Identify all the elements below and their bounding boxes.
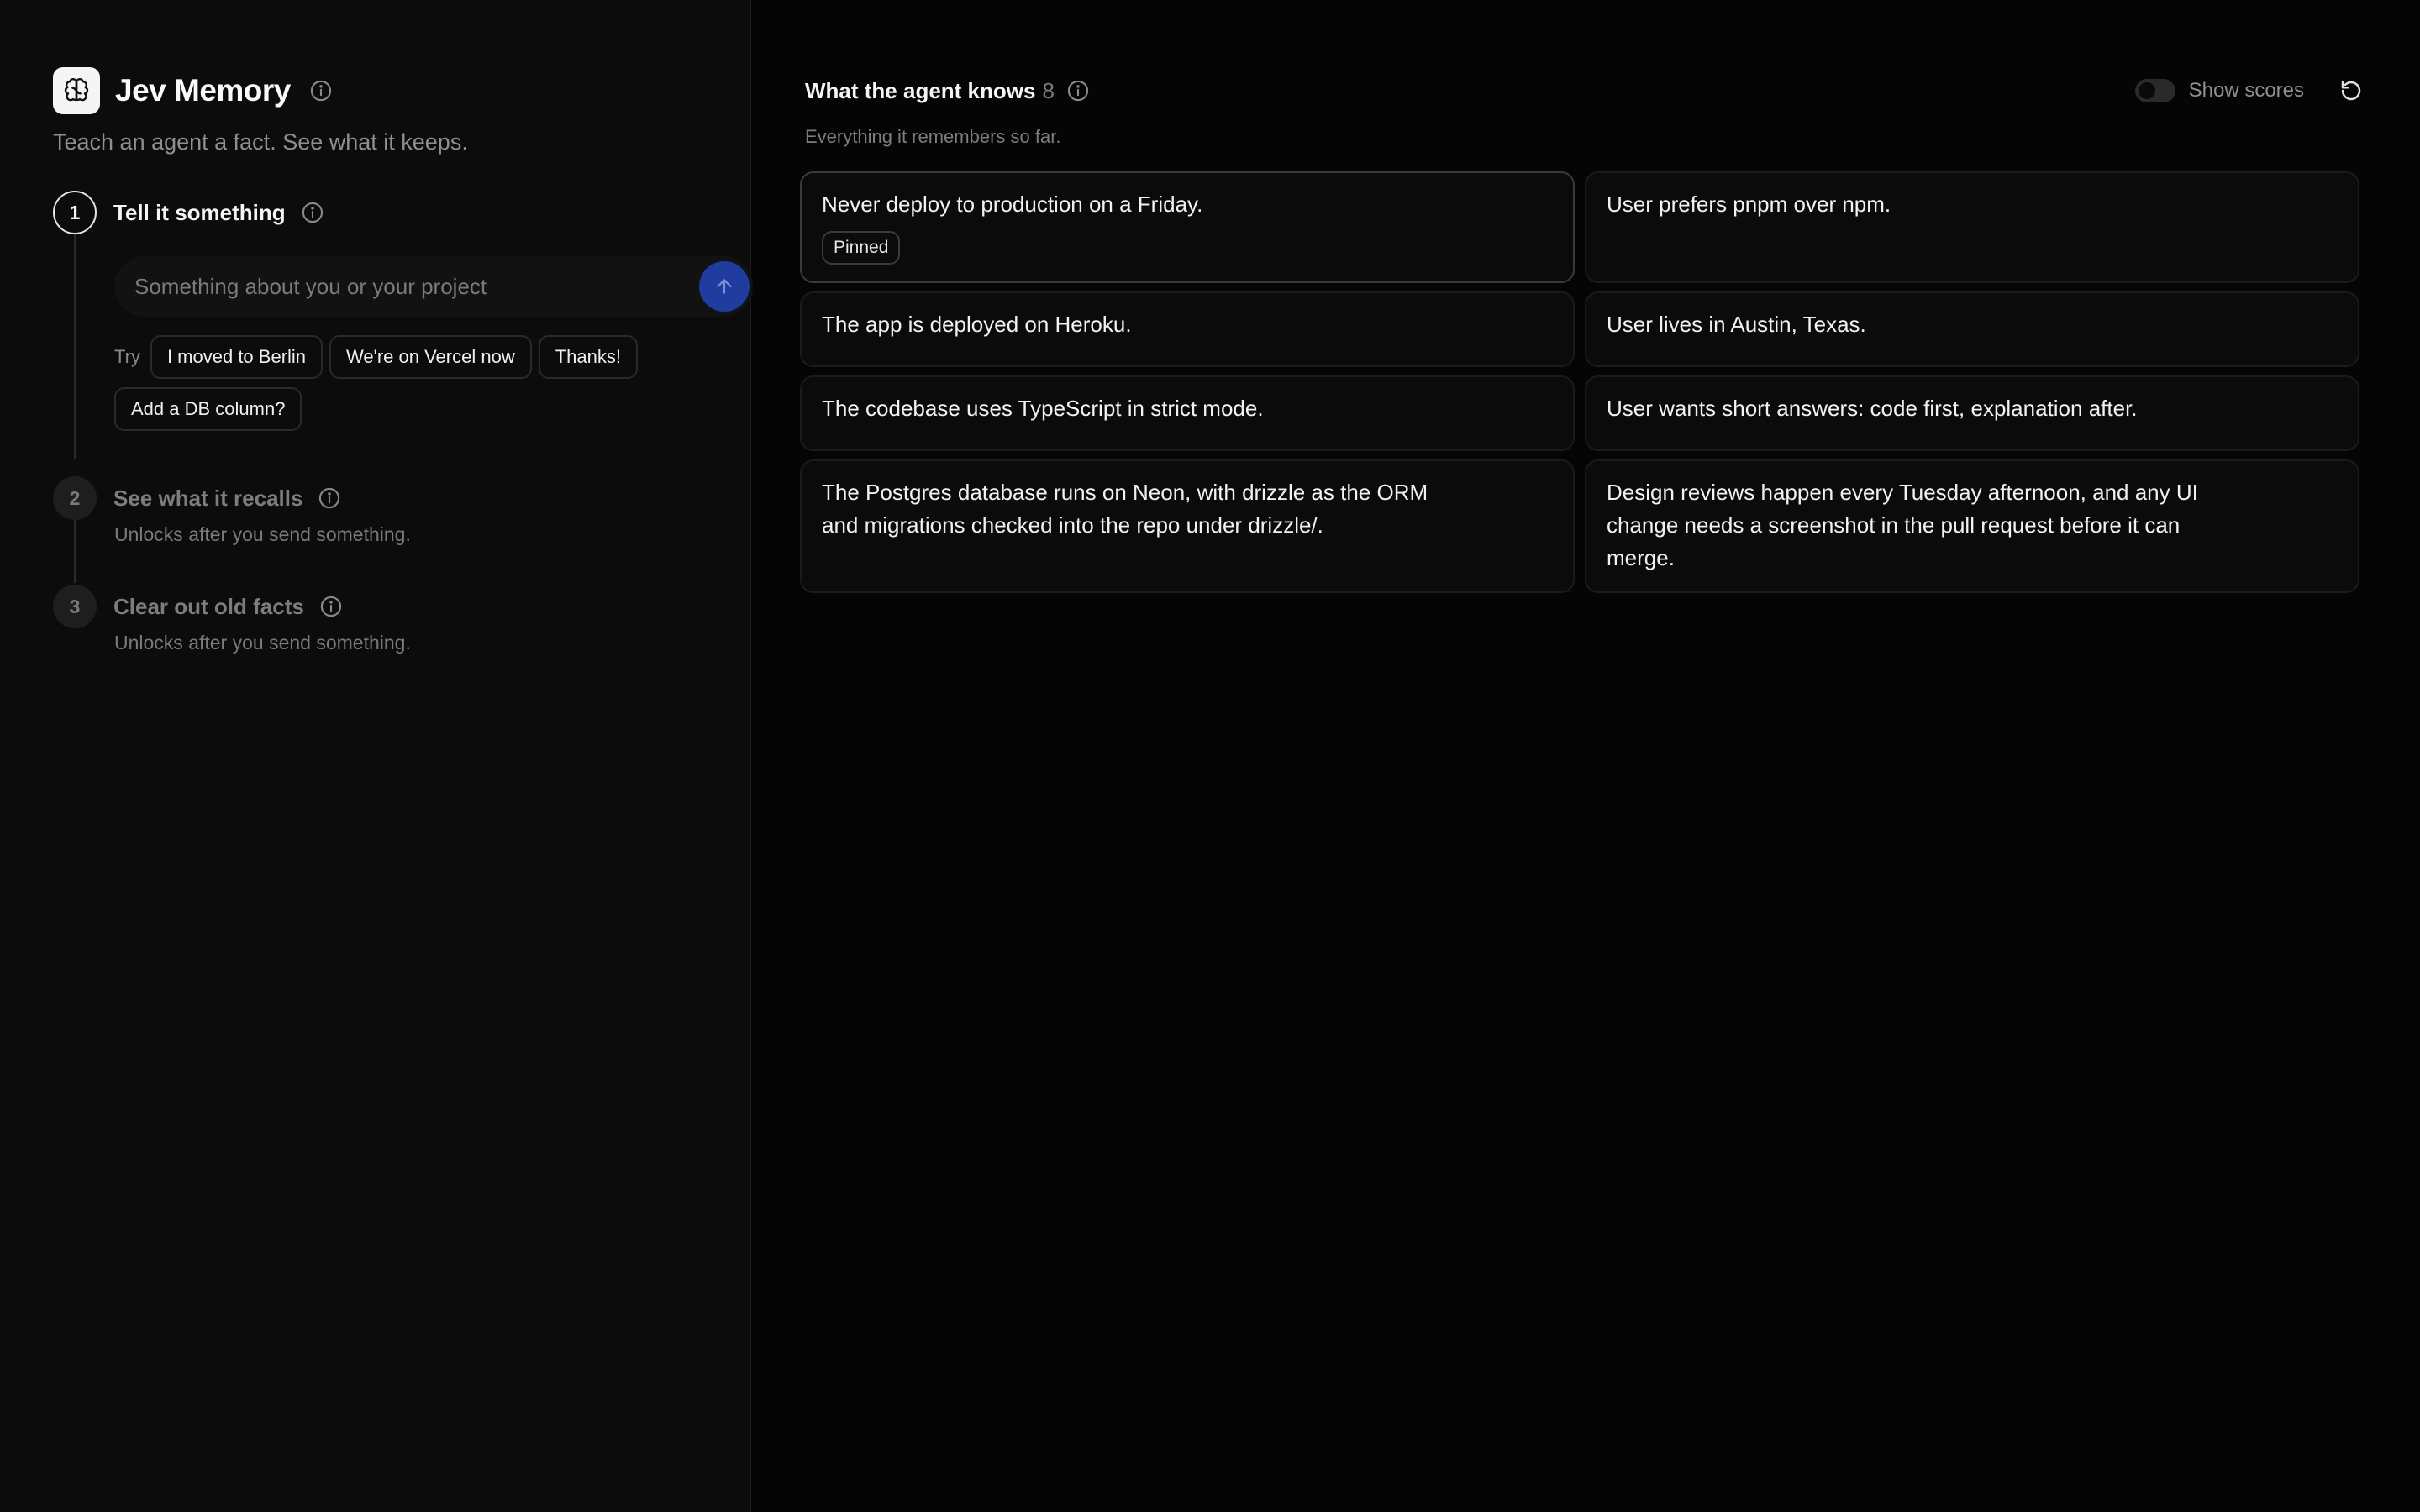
info-icon[interactable] [319, 595, 343, 618]
memory-text: User prefers pnpm over npm. [1607, 192, 1891, 217]
step-title: See what it recalls [113, 485, 303, 511]
suggestion-chip[interactable]: Thanks! [538, 335, 638, 379]
steps: 1 Tell it something Something about you … [53, 191, 753, 654]
memory-text: User lives in Austin, Texas. [1607, 312, 1866, 337]
step-1: 1 Tell it something Something about you … [53, 191, 753, 431]
memory-title: What the agent knows [805, 77, 1036, 103]
send-button[interactable] [699, 261, 750, 312]
try-label: Try [114, 346, 140, 367]
sidebar: Jev Memory Teach an agent a fact. See wh… [0, 0, 753, 1512]
memory-grid: Never deploy to production on a Friday. … [800, 171, 2368, 593]
app-title: Jev Memory [115, 73, 291, 108]
memory-text: The Postgres database runs on Neon, with… [822, 480, 1428, 538]
memory-card[interactable]: The app is deployed on Heroku. [800, 291, 1575, 367]
brain-icon [53, 67, 100, 114]
memory-card[interactable]: Never deploy to production on a Friday. … [800, 171, 1575, 283]
memory-card[interactable]: The codebase uses TypeScript in strict m… [800, 375, 1575, 451]
info-icon[interactable] [301, 201, 324, 224]
show-scores-toggle[interactable] [2134, 79, 2175, 102]
locked-note: Unlocks after you send something. [114, 523, 411, 545]
memory-text: The app is deployed on Heroku. [822, 312, 1132, 337]
app: Jev Memory Teach an agent a fact. See wh… [0, 0, 2420, 1512]
composer [114, 256, 753, 317]
memory-card[interactable]: User prefers pnpm over npm. [1585, 171, 2360, 283]
info-icon[interactable] [1066, 79, 1090, 102]
toggle-knob [2138, 82, 2155, 99]
step-number: 1 [53, 191, 97, 234]
step-number: 2 [53, 476, 97, 520]
memory-text: User wants short answers: code first, ex… [1607, 396, 2138, 421]
brand: Jev Memory [53, 67, 696, 114]
main-panel: What the agent knows 8 Show scores Every… [751, 0, 2420, 1512]
refresh-icon [2338, 78, 2364, 103]
memory-card[interactable]: User wants short answers: code first, ex… [1585, 375, 2360, 451]
memory-count: 8 [1042, 77, 1055, 103]
step-3: 3 Clear out old facts Unlocks after you … [53, 585, 696, 654]
refresh-button[interactable] [2334, 74, 2368, 108]
pinned-badge: Pinned [822, 231, 901, 265]
locked-note: Unlocks after you send something. [114, 632, 411, 654]
memory-card[interactable]: Design reviews happen every Tuesday afte… [1585, 459, 2360, 593]
memory-card[interactable]: User lives in Austin, Texas. [1585, 291, 2360, 367]
suggestion-chip[interactable]: We're on Vercel now [329, 335, 532, 379]
suggestion-chip[interactable]: Add a DB column? [114, 387, 302, 431]
memory-text: Never deploy to production on a Friday. [822, 192, 1203, 217]
suggestion-chip[interactable]: I moved to Berlin [150, 335, 324, 379]
info-icon[interactable] [318, 486, 341, 510]
step-title: Clear out old facts [113, 593, 304, 619]
info-icon[interactable] [309, 79, 333, 102]
step-title: Tell it something [113, 199, 286, 225]
arrow-up-icon [713, 276, 735, 297]
step-number: 3 [53, 585, 97, 628]
step-2: 2 See what it recalls Unlocks after you … [53, 476, 696, 546]
memory-text: The codebase uses TypeScript in strict m… [822, 396, 1264, 421]
memory-card[interactable]: The Postgres database runs on Neon, with… [800, 459, 1575, 593]
fact-input[interactable] [134, 273, 699, 300]
show-scores-label: Show scores [2188, 79, 2304, 102]
tagline: Teach an agent a fact. See what it keeps… [53, 129, 468, 155]
memory-header: What the agent knows 8 Show scores [805, 74, 2368, 108]
memory-subtitle: Everything it remembers so far. [805, 126, 1061, 147]
memory-text: Design reviews happen every Tuesday afte… [1607, 480, 2198, 570]
suggestions: Try I moved to Berlin We're on Vercel no… [114, 335, 753, 431]
